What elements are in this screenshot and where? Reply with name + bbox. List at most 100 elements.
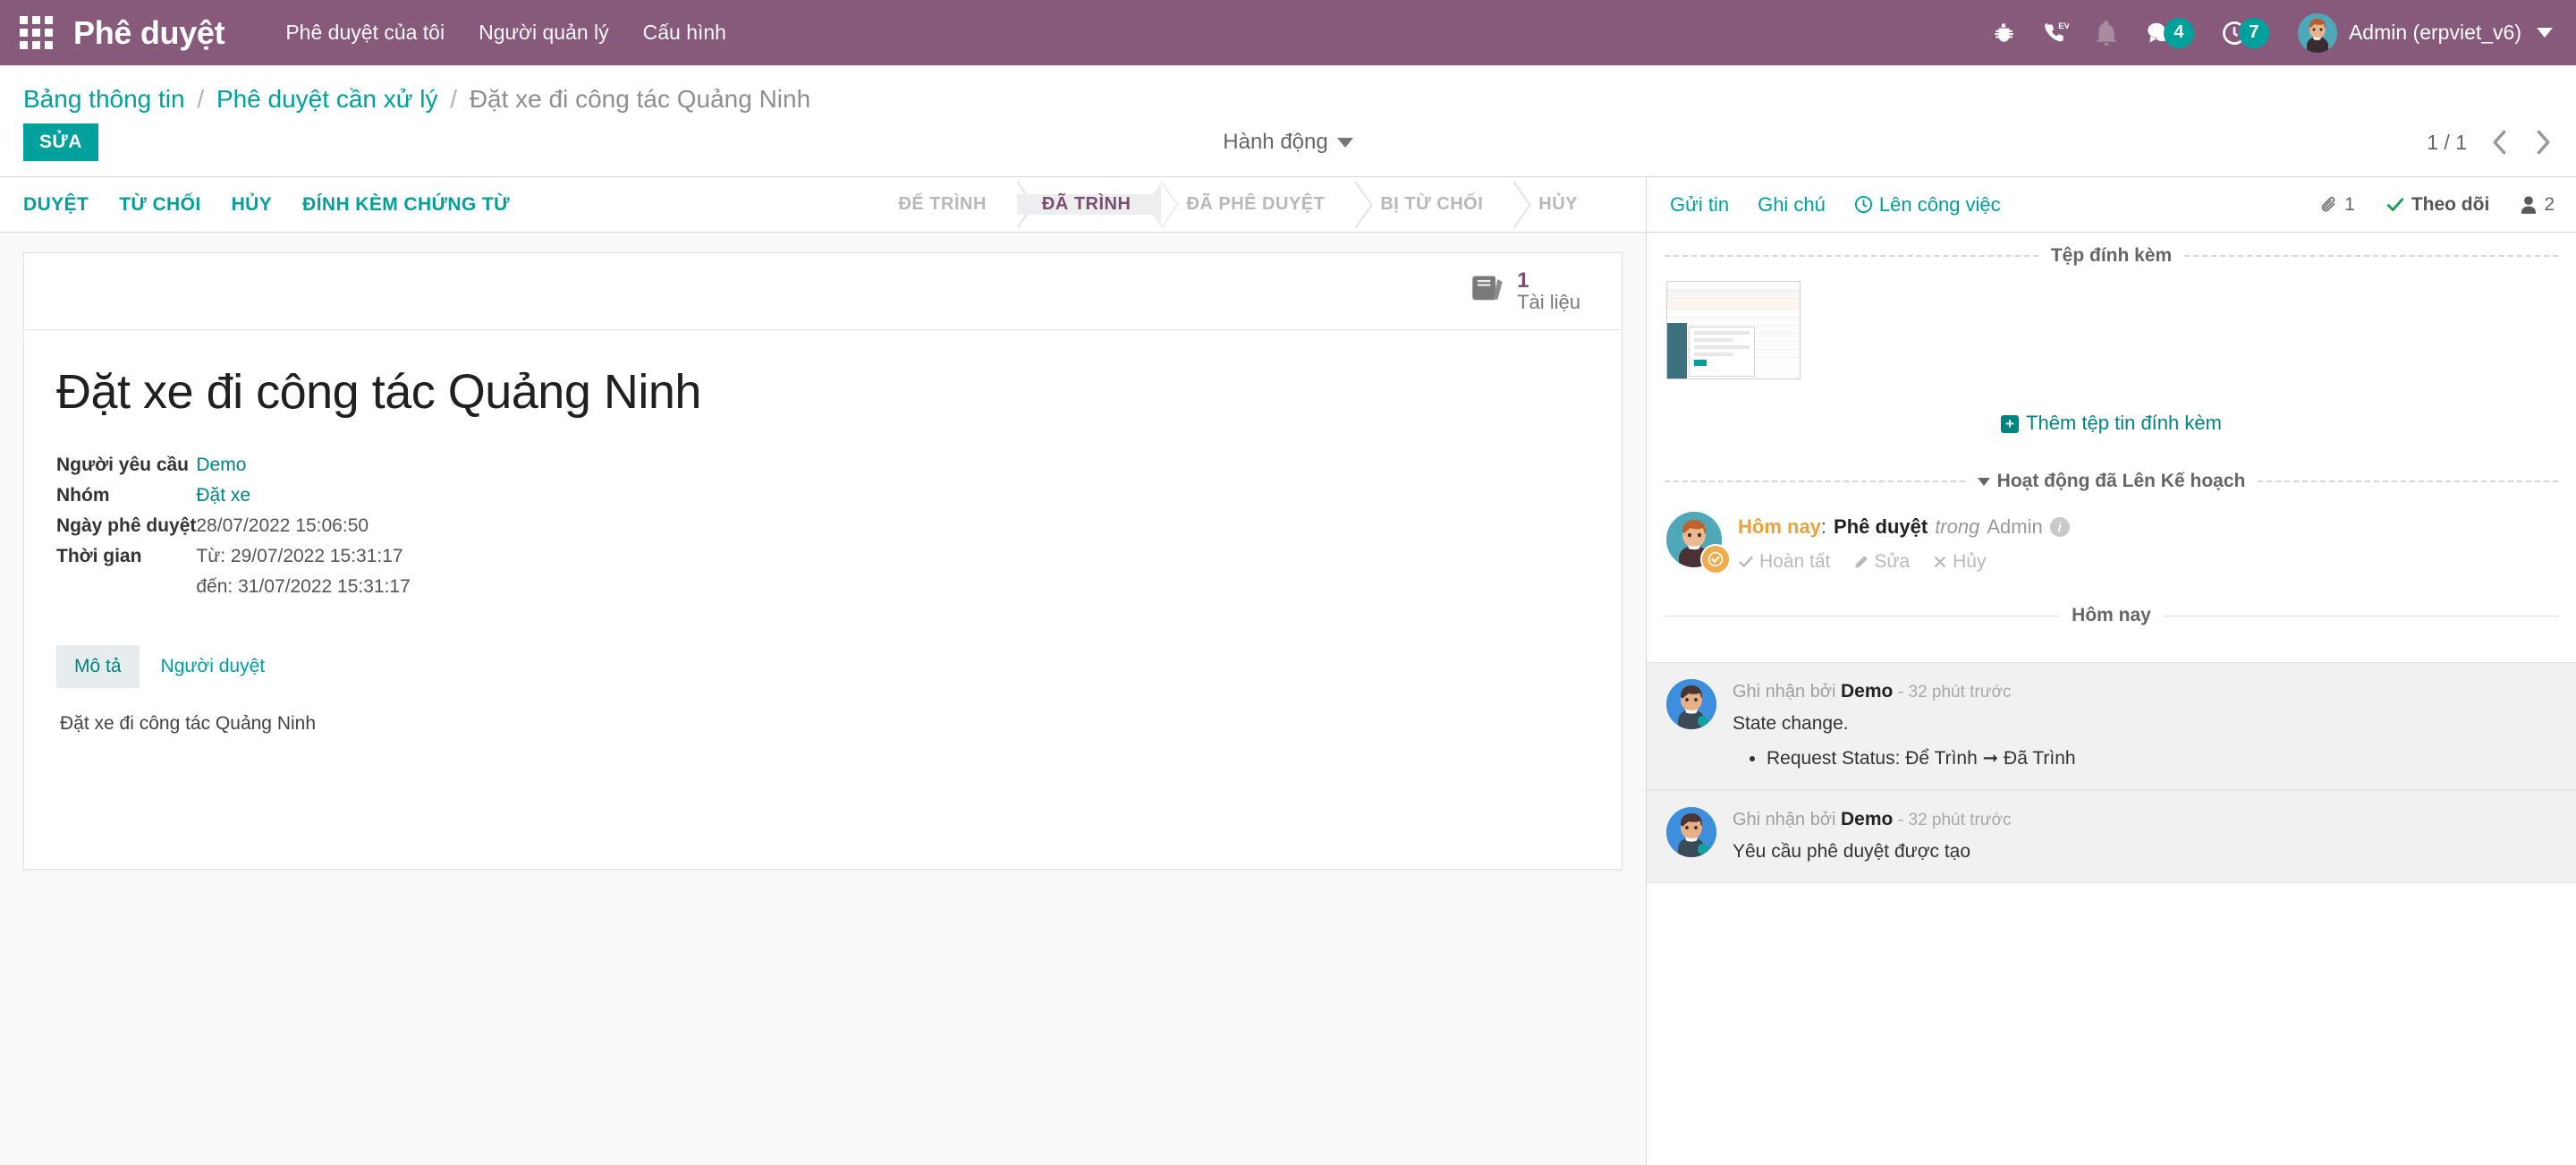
activity-in-label: trong xyxy=(1935,515,1980,538)
breadcrumb-item-pending-approvals[interactable]: Phê duyệt cần xử lý xyxy=(216,85,438,113)
book-icon xyxy=(1470,274,1504,309)
attach-document-button[interactable]: ĐÍNH KÈM CHỨNG TỪ xyxy=(302,194,510,216)
category-link[interactable]: Đặt xe xyxy=(196,485,250,506)
chatter-panel: Tệp đính kèm + Thêm tệp tin đính kèm Hoạ… xyxy=(1646,233,2576,1165)
field-row-category: Nhóm Đặt xe xyxy=(56,480,411,511)
follow-button[interactable]: Theo dõi xyxy=(2385,194,2489,216)
cancel-button[interactable]: HỦY xyxy=(232,194,273,216)
message-bullet-list: Request Status: Để Trình ➞ Đã Trình xyxy=(1767,747,2556,770)
divider-line xyxy=(2184,255,2559,257)
messages-count-badge: 4 xyxy=(2163,17,2194,48)
check-circle-icon xyxy=(1707,551,1724,567)
bell-icon[interactable] xyxy=(2096,20,2117,46)
log-note-button[interactable]: Ghi chú xyxy=(1758,193,1826,217)
planned-activities-title[interactable]: Hoạt động đã Lên Kế hoạch xyxy=(1977,471,2246,492)
bug-icon[interactable] xyxy=(1992,21,2015,46)
divider-line xyxy=(1665,615,2060,617)
refuse-button[interactable]: TỪ CHỐI xyxy=(119,194,200,216)
edit-button[interactable]: SỬA xyxy=(23,123,98,161)
state-pill-approved[interactable]: ĐÃ PHÊ DUYỆT xyxy=(1161,194,1355,215)
message-body: Ghi nhận bởi Demo - 32 phút trước State … xyxy=(1733,679,2556,770)
activity-assignee: Admin xyxy=(1987,515,2043,538)
activity-mark-done-button[interactable]: Hoàn tất xyxy=(1738,551,1830,573)
notebook-page-description: Đặt xe đi công tác Quảng Ninh xyxy=(60,713,317,735)
field-value-period-from: Từ: 29/07/2022 15:31:17 xyxy=(196,546,403,567)
attachment-thumbnail[interactable] xyxy=(1666,281,1801,379)
requester-link[interactable]: Demo xyxy=(196,455,246,475)
breadcrumb-separator: / xyxy=(450,85,458,113)
chevron-down-icon xyxy=(1977,477,1990,486)
menu-item-my-approvals[interactable]: Phê duyệt của tôi xyxy=(285,21,445,45)
clock-icon xyxy=(1854,195,1872,214)
field-label-period: Thời gian xyxy=(56,546,142,567)
app-brand-title[interactable]: Phê duyệt xyxy=(73,14,225,52)
state-pill-refused[interactable]: BỊ TỪ CHỐI xyxy=(1355,194,1513,215)
message-author: Demo xyxy=(1840,809,1894,829)
activity-colon: : xyxy=(1820,515,1827,538)
documents-smart-button[interactable]: 1 Tài liệu xyxy=(1462,268,1589,319)
chevron-down-icon xyxy=(2537,28,2553,38)
state-pill-cancelled[interactable]: HỦY xyxy=(1513,194,1608,215)
activity-summary: Hôm nay: Phê duyệt trong Admin i xyxy=(1738,515,2070,539)
menu-item-configuration[interactable]: Cấu hình xyxy=(643,21,726,45)
field-label-spacer xyxy=(56,572,196,602)
notebook-tabs: Mô tả Người duyệt xyxy=(56,645,1589,689)
schedule-activity-button[interactable]: Lên công việc xyxy=(1854,193,2001,217)
info-icon[interactable]: i xyxy=(2049,517,2070,537)
tab-description[interactable]: Mô tả xyxy=(56,645,140,689)
tab-approvers[interactable]: Người duyệt xyxy=(143,645,284,688)
activity-cancel-button[interactable]: Hủy xyxy=(1933,551,1987,573)
action-dropdown[interactable]: Hành động xyxy=(1223,130,1353,155)
field-label-category: Nhóm xyxy=(56,485,110,506)
check-icon xyxy=(1739,556,1753,567)
apps-grid-icon[interactable] xyxy=(16,13,55,53)
attachment-list: + Thêm tệp tin đính kèm xyxy=(1647,272,2576,458)
activity-actions: Hoàn tất Sửa Hủy xyxy=(1738,551,2070,573)
breadcrumb: Bảng thông tin / Phê duyệt cần xử lý / Đ… xyxy=(23,65,2553,121)
action-dropdown-label: Hành động xyxy=(1223,130,1328,154)
systray: EV 4 7 xyxy=(1992,17,2269,48)
field-row-period: Thời gian Từ: 29/07/2022 15:31:17 xyxy=(56,541,411,572)
divider-line xyxy=(1665,480,1965,482)
pager: 1 / 1 xyxy=(2427,129,2553,156)
paperclip-icon xyxy=(2321,196,2335,211)
message-text: Yêu cầu phê duyệt được tạo xyxy=(1733,841,1971,862)
field-label-approval-date: Ngày phê duyệt xyxy=(56,515,197,537)
activity-due: Hôm nay xyxy=(1738,515,1821,538)
pencil-icon xyxy=(1855,555,1868,568)
send-message-button[interactable]: Gửi tin xyxy=(1670,193,1729,217)
field-row-requester: Người yêu cầu Demo xyxy=(56,450,411,480)
breadcrumb-item-dashboard[interactable]: Bảng thông tin xyxy=(23,85,185,113)
activity-name: Phê duyệt xyxy=(1834,515,1928,538)
schedule-activity-label: Lên công việc xyxy=(1878,192,2001,216)
planned-activities-label: Hoạt động đã Lên Kế hoạch xyxy=(1996,471,2246,491)
menu-item-manager[interactable]: Người quản lý xyxy=(479,21,609,45)
chatter-toolbar: Gửi tin Ghi chú Lên công việc 1 Theo dõi… xyxy=(1646,177,2576,232)
avatar xyxy=(1666,807,1716,857)
divider-line xyxy=(2163,615,2558,617)
message-header: Ghi nhận bởi Demo - 32 phút trước xyxy=(1733,681,2556,702)
thread-date-title: Hôm nay xyxy=(2072,605,2151,625)
top-navbar: Phê duyệt Phê duyệt của tôi Người quản l… xyxy=(0,0,2576,65)
message-timestamp: - 32 phút trước xyxy=(1897,683,2012,702)
phone-ev-icon[interactable]: EV xyxy=(2042,20,2069,47)
main-menu: Phê duyệt của tôi Người quản lý Cấu hình xyxy=(285,21,726,45)
user-menu[interactable]: Admin (erpviet_v6) xyxy=(2297,13,2553,53)
add-attachment-button[interactable]: + Thêm tệp tin đính kèm xyxy=(1666,412,2556,435)
state-pill-to-submit[interactable]: ĐỂ TRÌNH xyxy=(873,194,1016,215)
followers-button[interactable]: 2 xyxy=(2520,194,2555,216)
message-header: Ghi nhận bởi Demo - 32 phút trước xyxy=(1733,809,2556,830)
pager-previous-button[interactable] xyxy=(2490,129,2510,156)
state-pipeline: ĐỂ TRÌNH ĐÃ TRÌNH ĐÃ PHÊ DUYỆT BỊ TỪ CHỐ… xyxy=(873,194,1623,215)
chevron-down-icon xyxy=(1336,137,1353,148)
pager-next-button[interactable] xyxy=(2533,129,2553,156)
activity-item: Hôm nay: Phê duyệt trong Admin i Hoàn tấ… xyxy=(1647,497,2576,592)
approve-button[interactable]: DUYỆT xyxy=(23,194,89,216)
attachment-count-button[interactable]: 1 xyxy=(2320,194,2355,216)
state-pill-submitted[interactable]: ĐÃ TRÌNH xyxy=(1016,194,1162,215)
activities-clock-icon[interactable]: 7 xyxy=(2221,17,2269,48)
control-panel: Bảng thông tin / Phê duyệt cần xử lý / Đ… xyxy=(0,65,2576,177)
messages-icon[interactable]: 4 xyxy=(2144,17,2194,48)
attachments-title: Tệp đính kèm xyxy=(2050,245,2173,266)
activity-edit-button[interactable]: Sửa xyxy=(1853,551,1910,573)
